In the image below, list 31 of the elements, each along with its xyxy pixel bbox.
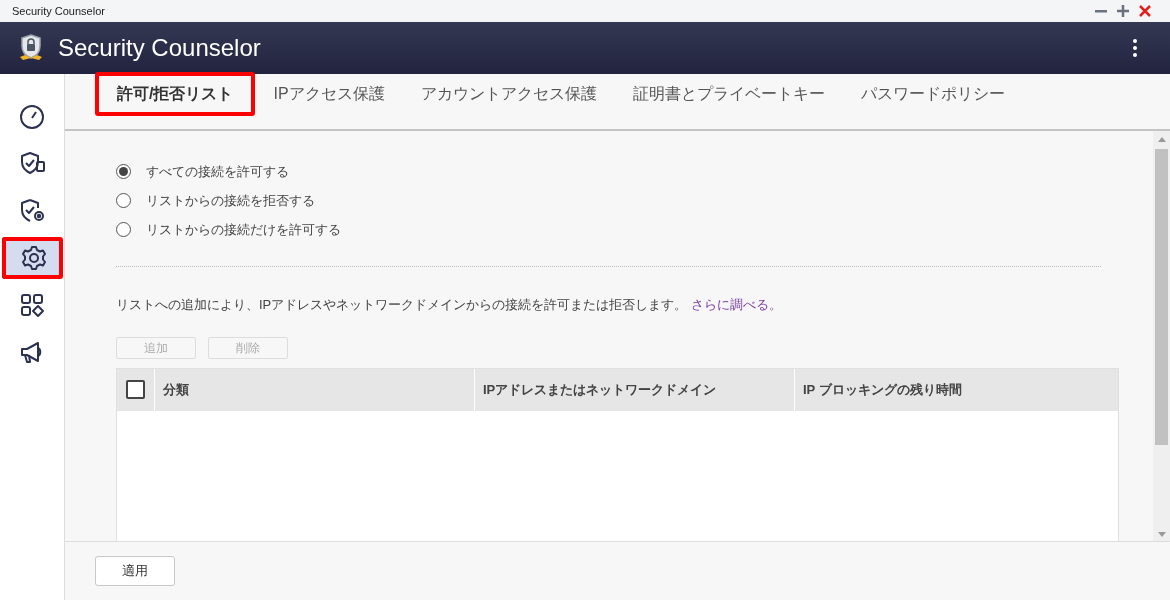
shield-lock-icon	[18, 33, 44, 63]
radio-label[interactable]: リストからの接続を拒否する	[146, 190, 315, 211]
column-header: IP ブロッキングの残り時間	[802, 380, 963, 399]
radio-button[interactable]	[116, 193, 131, 208]
app-title: Security Counselor	[58, 33, 261, 63]
gauge-icon	[18, 103, 46, 131]
radio-button[interactable]	[116, 222, 131, 237]
apply-button[interactable]: 適用	[95, 556, 175, 586]
tab[interactable]: パスワードポリシー	[842, 72, 1023, 116]
maximize-icon[interactable]	[1116, 4, 1130, 18]
apps-icon	[18, 291, 46, 319]
tab[interactable]: 許可/拒否リスト	[95, 72, 256, 116]
learn-more-link[interactable]: さらに調べる。	[690, 297, 782, 312]
scrollbar-thumb[interactable]	[1155, 149, 1168, 445]
column-header: 分類	[155, 368, 475, 411]
sidebar-item[interactable]	[1, 237, 63, 279]
window-title: Security Counselor	[12, 3, 105, 19]
description-text: リストへの追加により、IPアドレスやネットワークドメインからの接続を許可または拒否します。	[116, 297, 688, 312]
tab[interactable]: IPアクセス保護	[255, 72, 403, 116]
shield-gear-icon	[18, 197, 46, 225]
tab[interactable]: アカウントアクセス保護	[402, 72, 615, 116]
more-menu-icon[interactable]	[1132, 38, 1138, 58]
scrollbar[interactable]	[1153, 131, 1170, 541]
radio-button[interactable]	[116, 164, 131, 179]
column-header: IPアドレスまたはネットワークドメイン	[475, 368, 795, 411]
radio-label[interactable]: リストからの接続だけを許可する	[146, 219, 341, 240]
settings-icon	[20, 244, 48, 272]
select-all-checkbox[interactable]	[126, 380, 145, 399]
close-icon[interactable]	[1138, 4, 1152, 18]
tab[interactable]: 証明書とプライベートキー	[614, 72, 843, 116]
radio-label[interactable]: すべての接続を許可する	[146, 161, 289, 182]
